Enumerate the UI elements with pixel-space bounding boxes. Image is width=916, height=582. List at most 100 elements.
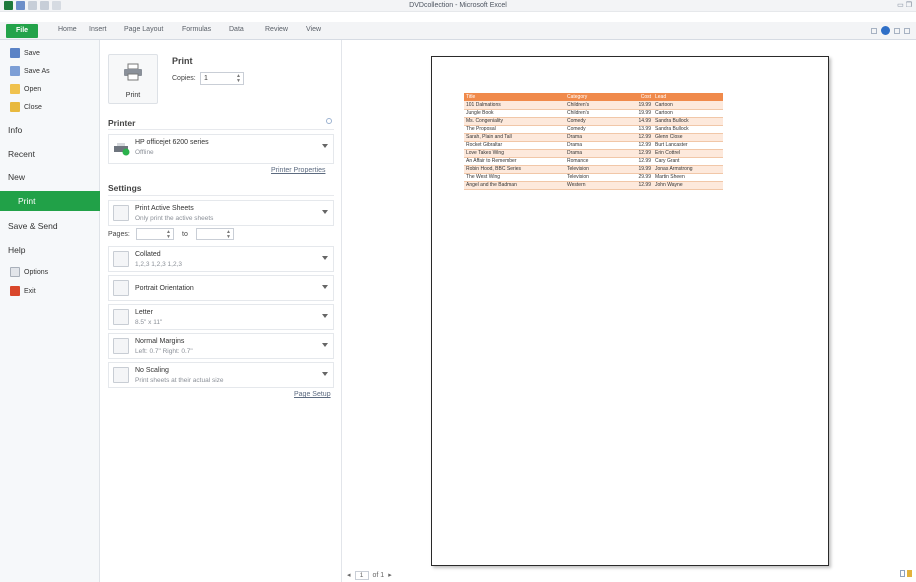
- column-header-cost: Cost: [631, 93, 653, 101]
- scaling-dropdown[interactable]: No Scaling Print sheets at their actual …: [108, 362, 334, 388]
- cell-category: Comedy: [565, 125, 631, 134]
- cell-cost: 13.99: [631, 125, 653, 134]
- cell-category: Drama: [565, 133, 631, 142]
- cell-title: Jungle Book: [464, 109, 565, 118]
- copies-value: 1: [204, 75, 208, 82]
- cell-cost: 12.99: [631, 133, 653, 142]
- backstage-nav: Save Save As Open Close Info Recent New …: [0, 40, 106, 582]
- cell-title: Love Takes Wing: [464, 149, 565, 158]
- print-scope-title: Print Active Sheets: [135, 205, 194, 212]
- paper-size-icon: [113, 309, 129, 325]
- cell-category: Television: [565, 173, 631, 182]
- margins-title: Normal Margins: [135, 338, 185, 345]
- restore-window-icon[interactable]: [894, 27, 900, 34]
- margins-dropdown[interactable]: Normal Margins Left: 0.7" Right: 0.7": [108, 333, 334, 359]
- tab-file[interactable]: File: [6, 24, 38, 38]
- current-page-field[interactable]: 1: [354, 570, 369, 580]
- copies-field[interactable]: 1 ▲ ▼: [200, 72, 244, 85]
- pages-to-spinner-icon[interactable]: ▲ ▼: [226, 230, 231, 240]
- printer-divider: [108, 129, 334, 130]
- cell-title: The West Wing: [464, 173, 565, 182]
- cell-title: 101 Dalmations: [464, 101, 565, 110]
- printer-dropdown[interactable]: HP officejet 6200 series Offline: [108, 134, 334, 164]
- margins-sub: Left: 0.7" Right: 0.7": [135, 348, 193, 355]
- copies-spinner-icon[interactable]: ▲ ▼: [236, 74, 241, 84]
- nav-save-label: Save: [24, 49, 40, 57]
- table-row: Angel and the Badman Western 12.99 John Way…: [464, 181, 723, 190]
- orientation-dropdown[interactable]: Portrait Orientation: [108, 275, 334, 301]
- cell-lead: Cartoon: [653, 109, 723, 118]
- tab-home[interactable]: Home: [58, 26, 77, 33]
- cell-cost: 12.99: [631, 149, 653, 158]
- save-icon: [10, 48, 20, 58]
- help-icon[interactable]: [881, 26, 890, 35]
- nav-exit[interactable]: Exit: [10, 284, 36, 298]
- print-scope-sub: Only print the active sheets: [135, 215, 214, 222]
- page-navigator: ◂ 1 of 1 ▸: [343, 570, 443, 580]
- info-icon[interactable]: [326, 118, 332, 124]
- nav-open[interactable]: Open: [10, 82, 41, 96]
- cell-cost: 19.99: [631, 101, 653, 110]
- nav-new[interactable]: New: [8, 172, 25, 182]
- cell-cost: 29.99: [631, 173, 653, 182]
- nav-options[interactable]: Options: [10, 265, 48, 279]
- tab-review[interactable]: Review: [265, 26, 288, 33]
- cell-category: Children's: [565, 109, 631, 118]
- page-count: of 1: [372, 571, 385, 579]
- cell-title: The Proposal: [464, 125, 565, 134]
- show-margins-icon[interactable]: [900, 570, 905, 577]
- nav-close-label: Close: [24, 103, 42, 111]
- table-row: An Affair to Remember Romance 12.99 Cary Gr…: [464, 157, 723, 166]
- table-header-row: Title Category Cost Lead: [464, 93, 723, 101]
- table-row: Jungle Book Children's 19.99 Cartoon: [464, 109, 723, 118]
- cell-cost: 19.99: [631, 109, 653, 118]
- printer-properties-link[interactable]: Printer Properties: [271, 167, 325, 174]
- options-icon: [10, 267, 20, 277]
- nav-save-as[interactable]: Save As: [10, 64, 50, 78]
- prev-page-icon[interactable]: ◂: [347, 571, 351, 579]
- minimize-ribbon-icon[interactable]: [871, 27, 877, 34]
- print-button[interactable]: Print: [108, 54, 158, 104]
- nav-help[interactable]: Help: [8, 245, 25, 255]
- tab-view[interactable]: View: [306, 26, 321, 33]
- title-bar: DVDcollection - Microsoft Excel ▭ ❐: [0, 0, 916, 12]
- pages-to-field[interactable]: ▲ ▼: [196, 228, 234, 240]
- collate-title: Collated: [135, 251, 161, 258]
- cell-lead: Burt Lancaster: [653, 141, 723, 150]
- tab-page-layout[interactable]: Page Layout: [124, 26, 163, 33]
- nav-save[interactable]: Save: [10, 46, 40, 60]
- paper-size-sub: 8.5" x 11": [135, 319, 163, 326]
- cell-category: Drama: [565, 149, 631, 158]
- next-page-icon[interactable]: ▸: [388, 571, 392, 579]
- tab-insert[interactable]: Insert: [89, 26, 107, 33]
- close-window-icon[interactable]: [904, 27, 910, 34]
- cell-lead: Martin Sheen: [653, 173, 723, 182]
- print-heading: Print: [172, 56, 193, 66]
- cell-title: An Affair to Remember: [464, 157, 565, 166]
- collate-dropdown[interactable]: Collated 1,2,3 1,2,3 1,2,3: [108, 246, 334, 272]
- cell-lead: Cartoon: [653, 101, 723, 110]
- copies-label: Copies:: [172, 75, 196, 82]
- tab-data[interactable]: Data: [229, 26, 244, 33]
- paper-size-dropdown[interactable]: Letter 8.5" x 11": [108, 304, 334, 330]
- pages-from-field[interactable]: ▲ ▼: [136, 228, 174, 240]
- cell-cost: 12.99: [631, 181, 653, 190]
- tab-formulas[interactable]: Formulas: [182, 26, 211, 33]
- page-setup-link[interactable]: Page Setup: [294, 391, 331, 398]
- zoom-to-page-icon[interactable]: [907, 570, 912, 577]
- nav-print[interactable]: Print: [0, 191, 106, 211]
- cell-title: Sarah, Plain and Tall: [464, 133, 565, 142]
- pages-from-spinner-icon[interactable]: ▲ ▼: [166, 230, 171, 240]
- collate-icon: [113, 251, 129, 267]
- nav-save-send[interactable]: Save & Send: [8, 221, 58, 231]
- window-controls[interactable]: ▭ ❐: [897, 1, 912, 9]
- column-header-title: Title: [464, 93, 565, 101]
- printer-heading: Printer: [108, 118, 136, 128]
- zoom-controls: [900, 570, 912, 578]
- cell-lead: Sandra Bullock: [653, 125, 723, 134]
- cell-title: Angel and the Badman: [464, 181, 565, 190]
- nav-close[interactable]: Close: [10, 100, 42, 114]
- nav-recent[interactable]: Recent: [8, 149, 35, 159]
- nav-info[interactable]: Info: [8, 125, 22, 135]
- print-scope-dropdown[interactable]: Print Active Sheets Only print the activ…: [108, 200, 334, 226]
